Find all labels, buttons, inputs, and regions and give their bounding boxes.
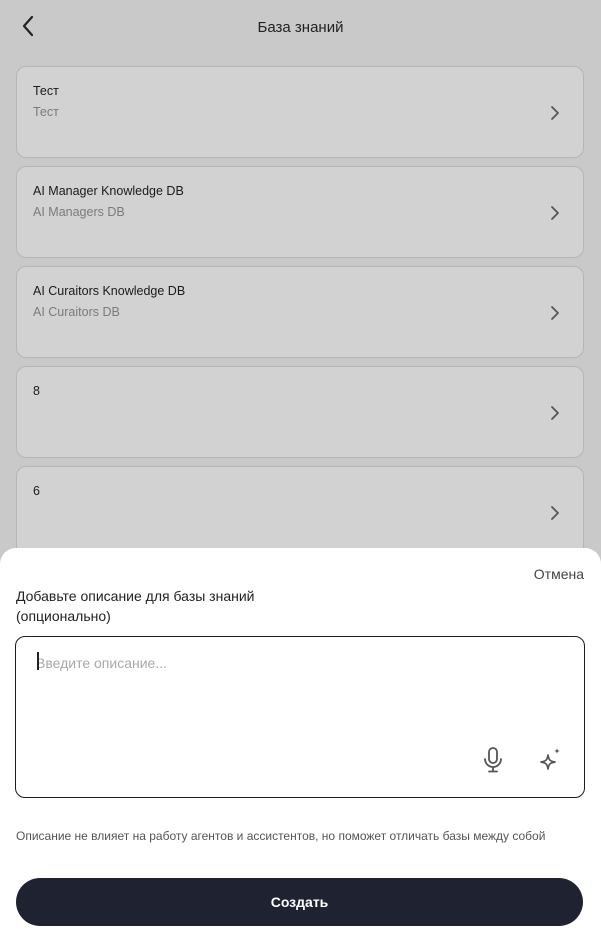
description-hint: Описание не влияет на работу агентов и а…: [16, 829, 546, 843]
knowledge-base-description: AI Curaitors DB: [33, 305, 120, 319]
knowledge-base-name: 6: [33, 484, 40, 498]
description-label: Добавьте описание для базы знаний (опцио…: [16, 588, 255, 624]
header: База знаний: [0, 0, 601, 54]
knowledge-base-name: Тест: [33, 84, 59, 98]
description-field[interactable]: [15, 636, 585, 798]
text-caret: [37, 652, 39, 670]
description-bottom-sheet: Отмена Добавьте описание для базы знаний…: [0, 548, 601, 943]
knowledge-base-item[interactable]: Тест Тест: [16, 66, 584, 158]
microphone-icon: [484, 747, 502, 773]
voice-input-button[interactable]: [479, 745, 507, 775]
page-title: База знаний: [257, 18, 344, 36]
chevron-right-icon: [551, 506, 559, 520]
ai-generate-button[interactable]: [535, 745, 565, 775]
cancel-button[interactable]: Отмена: [534, 566, 584, 582]
knowledge-base-item[interactable]: 6: [16, 466, 584, 558]
knowledge-base-item[interactable]: 8: [16, 366, 584, 458]
knowledge-base-list: Тест Тест AI Manager Knowledge DB AI Man…: [16, 66, 584, 566]
description-input[interactable]: [36, 651, 476, 675]
knowledge-base-description: AI Managers DB: [33, 205, 125, 219]
knowledge-base-item[interactable]: AI Manager Knowledge DB AI Managers DB: [16, 166, 584, 258]
chevron-right-icon: [551, 206, 559, 220]
chevron-right-icon: [551, 306, 559, 320]
knowledge-base-name: AI Curaitors Knowledge DB: [33, 284, 186, 298]
back-button[interactable]: [14, 12, 42, 40]
chevron-right-icon: [551, 106, 559, 120]
knowledge-base-name: AI Manager Knowledge DB: [33, 184, 184, 198]
sparkle-icon: [540, 748, 560, 770]
chevron-right-icon: [551, 406, 559, 420]
knowledge-base-description: Тест: [33, 105, 59, 119]
chevron-left-icon: [22, 15, 34, 37]
knowledge-base-item[interactable]: AI Curaitors Knowledge DB AI Curaitors D…: [16, 266, 584, 358]
create-button[interactable]: Создать: [16, 878, 583, 926]
knowledge-base-name: 8: [33, 384, 40, 398]
